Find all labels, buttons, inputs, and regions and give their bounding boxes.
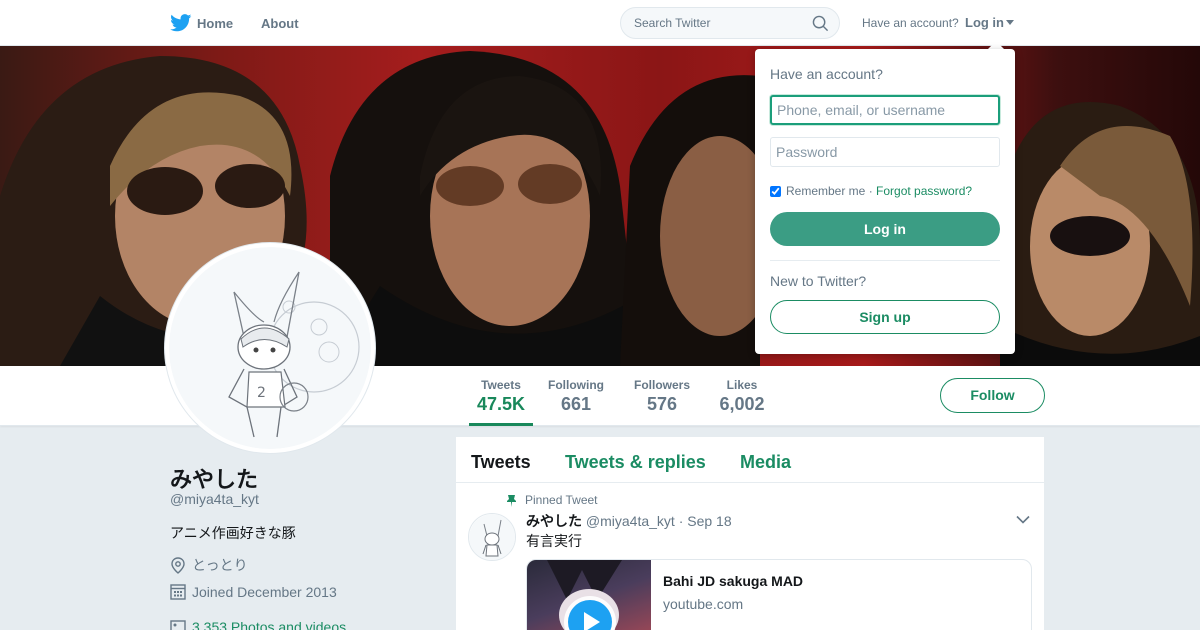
stat-followers[interactable]: Followers 576 xyxy=(631,378,693,415)
login-button[interactable]: Log in xyxy=(770,212,1000,246)
pin-icon xyxy=(507,494,516,507)
stat-value: 576 xyxy=(646,394,678,414)
location-text: とっとり xyxy=(192,557,248,573)
stat-following[interactable]: Following 661 xyxy=(546,378,606,415)
profile-handle[interactable]: @miya4ta_kyt xyxy=(170,491,259,507)
search-box[interactable]: Search Twitter xyxy=(620,7,840,39)
svg-text:2: 2 xyxy=(257,385,266,401)
card-thumbnail[interactable] xyxy=(527,560,651,630)
avatar-sketch: 2 xyxy=(169,247,371,449)
stat-likes[interactable]: Likes 6,002 xyxy=(716,378,768,415)
profile-joined: Joined December 2013 xyxy=(170,583,337,600)
follow-button[interactable]: Follow xyxy=(940,378,1045,413)
signup-button[interactable]: Sign up xyxy=(770,300,1000,334)
tweet-text: 有言実行 xyxy=(526,533,582,549)
joined-text: Joined December 2013 xyxy=(192,583,337,600)
play-icon[interactable] xyxy=(562,594,618,630)
timeline-tabs: Tweets Tweets & replies Media xyxy=(456,437,1044,483)
have-account-text: Have an account? xyxy=(862,16,959,30)
remember-me-label[interactable]: Remember me · xyxy=(786,184,873,198)
tweet-avatar[interactable] xyxy=(468,513,516,561)
tweet-date[interactable]: · Sep 18 xyxy=(679,513,732,529)
tweet-avatar-sketch xyxy=(469,514,515,560)
tweet-header: みやした @miya4ta_kyt · Sep 18 xyxy=(526,511,732,531)
card-domain: youtube.com xyxy=(663,596,744,612)
pinned-indicator: Pinned Tweet xyxy=(506,493,598,507)
link-card[interactable]: Bahi JD sakuga MAD youtube.com xyxy=(526,559,1032,630)
photo-icon xyxy=(170,620,186,630)
username-field[interactable] xyxy=(770,95,1000,125)
profile-location: とっとり xyxy=(170,555,248,575)
nav-home-link[interactable]: Home xyxy=(197,16,233,31)
photos-videos-link[interactable]: 3,353 Photos and videos xyxy=(192,619,346,630)
tab-tweets[interactable]: Tweets xyxy=(471,452,531,473)
stat-label: Following xyxy=(548,378,604,392)
forgot-password-link[interactable]: Forgot password? xyxy=(876,184,972,198)
remember-row: Remember me · Forgot password? xyxy=(770,184,972,198)
stat-label: Likes xyxy=(726,378,758,392)
nav-about-link[interactable]: About xyxy=(261,16,299,31)
search-icon[interactable] xyxy=(812,15,829,32)
chevron-down-icon[interactable] xyxy=(1016,515,1030,524)
stat-label: Tweets xyxy=(481,378,521,392)
top-navigation: Home About Search Twitter Have an accoun… xyxy=(0,0,1200,46)
stat-value: 6,002 xyxy=(719,394,765,414)
search-placeholder: Search Twitter xyxy=(634,16,711,30)
dropdown-heading: Have an account? xyxy=(770,66,883,82)
tab-media[interactable]: Media xyxy=(740,452,791,473)
card-title: Bahi JD sakuga MAD xyxy=(663,573,804,589)
stat-value: 47.5K xyxy=(476,394,526,414)
login-menu-label: Log in xyxy=(965,15,1004,30)
stat-tweets[interactable]: Tweets 47.5K xyxy=(469,378,533,426)
tweet-author-name[interactable]: みやした xyxy=(526,513,582,529)
profile-bio: アニメ作画好きな豚 xyxy=(170,525,296,541)
timeline: Tweets Tweets & replies Media Pinned Twe… xyxy=(456,437,1044,630)
calendar-icon xyxy=(170,584,186,600)
password-field[interactable] xyxy=(770,137,1000,167)
twitter-bird-icon[interactable] xyxy=(170,14,192,32)
new-to-twitter-text: New to Twitter? xyxy=(770,273,867,289)
stat-value: 661 xyxy=(560,394,592,414)
location-pin-icon xyxy=(171,556,185,574)
profile-avatar[interactable]: 2 xyxy=(165,243,375,453)
pinned-label: Pinned Tweet xyxy=(525,493,598,507)
caret-down-icon xyxy=(1006,20,1014,25)
login-menu-toggle[interactable]: Log in xyxy=(965,15,1014,30)
tab-tweets-replies[interactable]: Tweets & replies xyxy=(565,452,706,473)
tweet-author-handle[interactable]: @miya4ta_kyt xyxy=(586,513,675,529)
stat-label: Followers xyxy=(633,378,690,392)
profile-photos-link[interactable]: 3,353 Photos and videos xyxy=(170,619,346,630)
login-dropdown: Have an account? Remember me · Forgot pa… xyxy=(755,49,1015,354)
dropdown-divider xyxy=(770,260,1000,261)
remember-me-checkbox[interactable] xyxy=(770,185,781,197)
profile-name[interactable]: みやした xyxy=(170,462,258,494)
